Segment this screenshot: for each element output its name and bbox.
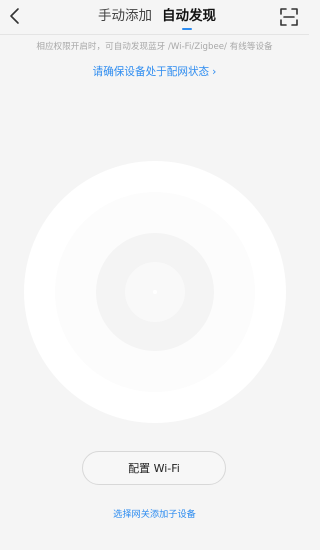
scan-icon (280, 8, 298, 26)
configure-wifi-button[interactable]: 配置 Wi-Fi (82, 451, 226, 485)
discovery-hint-text: 相应权限开启时，可自动发现蓝牙 /Wi-Fi/Zigbee/ 有线等设备 (36, 42, 273, 52)
radar-scan-graphic (24, 161, 286, 423)
back-button[interactable] (4, 3, 26, 29)
scan-button[interactable] (278, 6, 300, 28)
top-bar: 手动添加 自动发现 (0, 0, 309, 35)
chevron-left-icon (10, 8, 19, 24)
tab-auto-discover[interactable]: 自动发现 (162, 7, 216, 25)
radar-center-dot (153, 290, 157, 294)
network-state-link-label: 请确保设备处于配网状态 (92, 66, 210, 78)
chevron-right-icon: › (212, 66, 217, 78)
network-state-link[interactable]: 请确保设备处于配网状态 › (0, 65, 309, 80)
active-tab-indicator (182, 28, 192, 30)
gateway-subdevice-link[interactable]: 选择网关添加子设备 (0, 508, 309, 521)
tab-manual-add[interactable]: 手动添加 (98, 7, 152, 25)
